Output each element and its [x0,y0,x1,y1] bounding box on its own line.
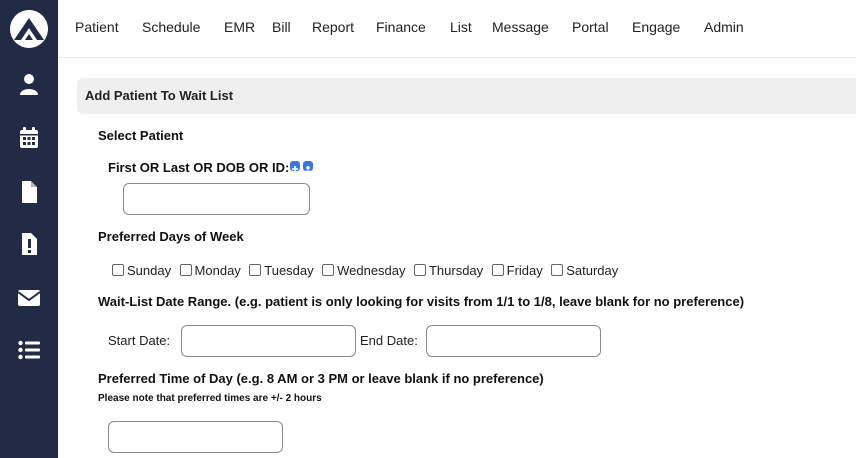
nav-admin[interactable]: Admin [704,19,744,35]
list-icon[interactable] [17,338,41,362]
nav-finance[interactable]: Finance [376,19,426,35]
nav-bill[interactable]: Bill [272,19,291,35]
nav-message[interactable]: Message [492,19,549,35]
app-logo[interactable] [10,10,48,48]
day-option-wednesday[interactable]: Wednesday [322,263,406,279]
mail-icon[interactable] [17,286,41,310]
day-option-thursday[interactable]: Thursday [413,263,484,279]
start-date-label: Start Date: [108,333,171,348]
day-label: Friday [506,263,543,279]
day-option-monday[interactable]: Monday [179,263,241,279]
patient-search-label: First OR Last OR DOB OR ID: [108,160,290,175]
select-patient-heading: Select Patient [98,128,184,143]
day-label: Saturday [566,263,619,279]
top-navigation: Patient Schedule EMR Bill Report Finance… [58,0,856,58]
patient-lookup-icon[interactable] [303,161,313,173]
friday-checkbox[interactable] [491,264,504,277]
add-patient-icon[interactable] [290,161,300,172]
preferred-time-heading: Preferred Time of Day (e.g. 8 AM or 3 PM… [98,371,544,386]
plus-icon [292,166,298,172]
day-label: Wednesday [337,263,406,279]
preferred-time-input[interactable] [108,421,283,453]
day-option-tuesday[interactable]: Tuesday [249,263,314,279]
alert-document-icon[interactable] [17,232,41,256]
patient-icon[interactable] [17,72,41,96]
nav-portal[interactable]: Portal [572,19,609,35]
patient-search-input[interactable] [123,183,310,215]
preferred-time-note: Please note that preferred times are +/-… [98,393,322,404]
sunday-checkbox[interactable] [112,264,124,277]
nav-list[interactable]: List [450,19,472,35]
preferred-days-heading: Preferred Days of Week [98,229,244,244]
sidebar [0,0,58,458]
section-header: Add Patient To Wait List [77,78,856,114]
day-option-sunday[interactable]: Sunday [112,263,171,278]
nav-emr[interactable]: EMR [224,19,255,35]
calendar-icon[interactable] [17,126,41,150]
end-date-label: End Date: [360,333,418,348]
nav-report[interactable]: Report [312,19,354,35]
day-option-friday[interactable]: Friday [491,263,543,279]
day-label: Thursday [428,263,484,279]
nav-patient[interactable]: Patient [75,19,119,35]
monday-checkbox[interactable] [179,264,192,277]
preferred-days-group: Sunday Monday Tuesday Wednesday Thursday… [112,262,622,278]
wednesday-checkbox[interactable] [322,264,335,277]
person-search-icon [304,166,312,173]
document-icon[interactable] [17,180,41,204]
day-option-saturday[interactable]: Saturday [551,263,618,278]
nav-schedule[interactable]: Schedule [142,19,200,35]
thursday-checkbox[interactable] [413,264,426,277]
saturday-checkbox[interactable] [551,264,564,277]
end-date-input[interactable] [426,325,601,357]
day-label: Tuesday [264,263,314,279]
day-label: Sunday [127,263,172,279]
day-label: Monday [194,263,241,279]
start-date-input[interactable] [181,325,356,357]
section-title: Add Patient To Wait List [85,88,234,103]
mountain-logo-icon [10,10,48,48]
nav-engage[interactable]: Engage [632,19,680,35]
tuesday-checkbox[interactable] [249,264,262,277]
date-range-heading: Wait-List Date Range. (e.g. patient is o… [98,294,745,309]
